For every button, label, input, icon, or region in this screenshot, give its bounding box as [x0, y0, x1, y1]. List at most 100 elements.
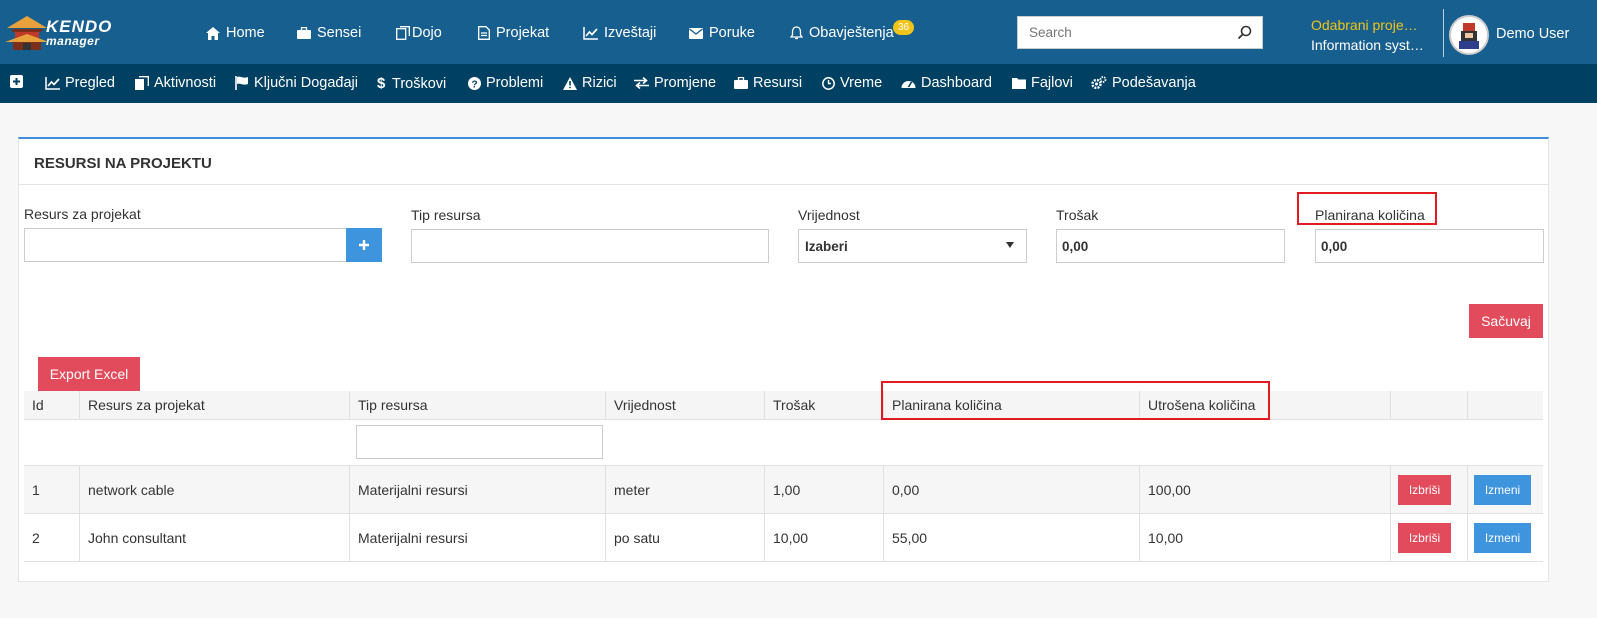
subnav-kljucni-dogadjaji[interactable]: Ključni Događaji [235, 75, 358, 91]
selected-project-label[interactable]: Odabrani proje… [1311, 17, 1418, 33]
subnav-promjene[interactable]: Promjene [634, 75, 716, 91]
resource-field[interactable] [24, 228, 347, 262]
topnav-izvestaji-label: Izveštaji [604, 25, 657, 41]
search-icon[interactable] [1237, 25, 1252, 40]
topnav-dojo[interactable]: Dojo [396, 25, 442, 41]
subnav-aktivnosti[interactable]: Aktivnosti [135, 75, 216, 91]
cell-id: 2 [32, 529, 40, 546]
resource-field-label: Resurs za projekat [24, 206, 141, 222]
search-input[interactable] [1018, 17, 1228, 48]
cost-field-label: Trošak [1056, 207, 1099, 223]
delete-button[interactable]: Izbriši [1398, 475, 1451, 505]
subnav-vreme-label: Vreme [840, 75, 883, 91]
line-chart-icon [583, 26, 598, 40]
briefcase-icon [297, 27, 311, 39]
subnav-problemi-label: Problemi [486, 75, 544, 91]
value-select[interactable]: Izaberi [798, 229, 1027, 263]
svg-text:?: ? [471, 79, 477, 90]
subnav-add[interactable] [10, 75, 23, 88]
subnav-fajlovi-label: Fajlovi [1031, 75, 1073, 91]
subnav-rizici[interactable]: Rizici [563, 75, 617, 91]
subnav-troskovi-label: Troškovi [392, 75, 447, 92]
topnav-projekat-label: Projekat [496, 25, 550, 41]
topnav-home-label: Home [226, 25, 265, 41]
delete-button[interactable]: Izbriši [1398, 523, 1451, 553]
flag-icon [235, 76, 248, 90]
copy-icon [135, 76, 149, 90]
subnav-fajlovi[interactable]: Fajlovi [1012, 75, 1073, 91]
topnav-poruke[interactable]: Poruke [689, 25, 755, 41]
question-circle-icon: ? [468, 76, 481, 90]
column-header-id[interactable]: Id [24, 391, 79, 419]
column-header-type[interactable]: Tip resursa [349, 391, 605, 419]
edit-button[interactable]: Izmeni [1474, 523, 1531, 553]
dashboard-icon [901, 81, 916, 88]
value-select-text: Izaberi [805, 239, 848, 254]
notification-count-badge[interactable]: 36 [893, 20, 915, 35]
dollar-icon: $ [377, 75, 386, 92]
cell-value: meter [605, 466, 764, 513]
line-chart-icon [45, 76, 60, 90]
subnav-dashboard[interactable]: Dashboard [901, 75, 992, 91]
topnav-dojo-label: Dojo [412, 25, 442, 41]
subnav-promjene-label: Promjene [654, 75, 717, 91]
edit-button[interactable]: Izmeni [1474, 475, 1531, 505]
cost-field[interactable] [1056, 229, 1285, 263]
plus-square-icon [10, 75, 23, 88]
column-header-delete [1390, 391, 1467, 419]
pagoda-icon [5, 16, 49, 50]
search-box [1017, 16, 1263, 49]
copy-icon [396, 26, 410, 40]
cell-resource: John consultant [79, 514, 349, 561]
briefcase-icon [734, 77, 748, 89]
page-title: RESURSI NA PROJEKTU [34, 155, 212, 172]
top-navbar: KENDO manager Home Sensei Dojo Projekat … [0, 0, 1597, 64]
topnav-obavjestenja[interactable]: Obavještenja [790, 25, 894, 41]
export-excel-button[interactable]: Export Excel [38, 357, 140, 391]
subnav-pregled-label: Pregled [65, 75, 115, 91]
type-filter-input[interactable] [356, 425, 603, 459]
clock-icon [822, 76, 835, 90]
topnav-izvestaji[interactable]: Izveštaji [583, 25, 656, 41]
column-header-value[interactable]: Vrijednost [605, 391, 764, 419]
cogs-icon [1091, 76, 1107, 90]
selected-project-value[interactable]: Information syst… [1311, 37, 1424, 53]
subnav-troskovi[interactable]: $ Troškovi [377, 75, 446, 92]
grid-filter-row [24, 420, 1543, 466]
column-header-resource[interactable]: Resurs za projekat [79, 391, 349, 419]
type-field[interactable] [411, 229, 769, 263]
project-subnav: Pregled Aktivnosti Ključni Događaji $ Tr… [0, 64, 1597, 103]
user-name[interactable]: Demo User [1496, 26, 1569, 42]
subnav-resursi[interactable]: Resursi [734, 75, 802, 91]
subnav-podesavanja[interactable]: Podešavanja [1091, 75, 1196, 91]
topnav-sensei[interactable]: Sensei [297, 25, 361, 41]
value-field-label: Vrijednost [798, 207, 860, 223]
samurai-avatar-icon [1459, 23, 1479, 49]
save-button[interactable]: Sačuvaj [1469, 304, 1543, 338]
cell-used: 100,00 [1139, 466, 1391, 513]
topnav-sensei-label: Sensei [317, 25, 362, 41]
panel-divider [19, 184, 1548, 185]
table-row: 1 network cable Materijalni resursi mete… [24, 466, 1543, 514]
topnav-obavjestenja-label: Obavještenja [809, 25, 894, 41]
topnav-home[interactable]: Home [206, 25, 265, 41]
add-resource-button[interactable] [346, 228, 382, 262]
plus-icon [359, 240, 369, 250]
column-header-cost[interactable]: Trošak [764, 391, 883, 419]
cell-delete: Izbriši [1390, 466, 1467, 513]
subnav-aktivnosti-label: Aktivnosti [154, 75, 217, 91]
subnav-pregled[interactable]: Pregled [45, 75, 115, 91]
cell-edit: Izmeni [1467, 514, 1543, 561]
envelope-icon [689, 27, 703, 39]
subnav-rizici-label: Rizici [582, 75, 617, 91]
subnav-vreme[interactable]: Vreme [822, 75, 882, 91]
column-header-edit [1467, 391, 1543, 419]
user-avatar[interactable] [1449, 15, 1489, 55]
planned-quantity-field[interactable] [1315, 229, 1544, 263]
subnav-problemi[interactable]: ? Problemi [468, 75, 543, 91]
cell-delete: Izbriši [1390, 514, 1467, 561]
subnav-resursi-label: Resursi [753, 75, 803, 91]
home-icon [206, 26, 220, 40]
grid-header-row: Id Resurs za projekat Tip resursa Vrijed… [24, 391, 1543, 420]
topnav-projekat[interactable]: Projekat [478, 25, 549, 41]
